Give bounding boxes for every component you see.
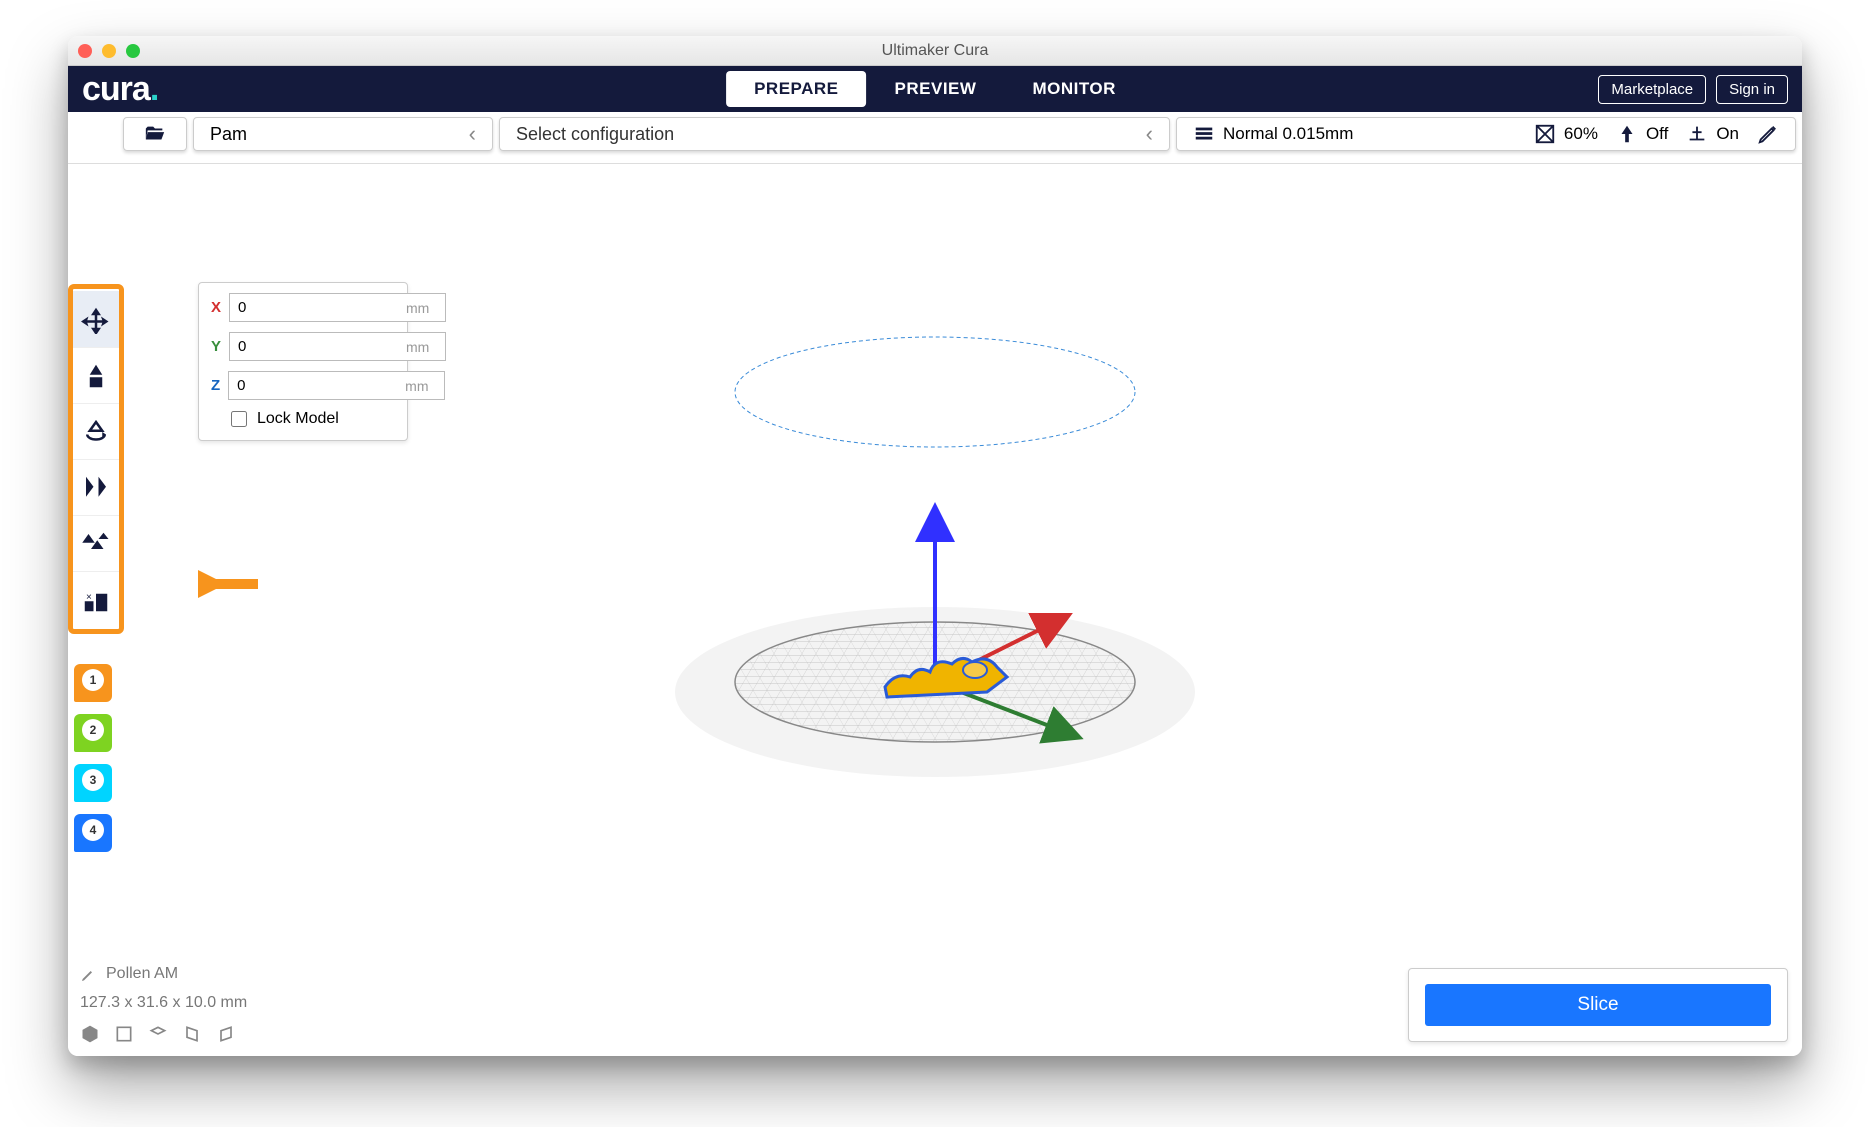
chevron-left-icon: ‹ [1146, 121, 1153, 147]
model-name: Pollen AM [106, 960, 178, 989]
profile-label: Normal 0.015mm [1223, 124, 1353, 144]
move-tool-panel: X mm Y mm Z mm Lock Model [198, 282, 408, 441]
infill-value: 60% [1564, 124, 1598, 144]
marketplace-button[interactable]: Marketplace [1598, 75, 1706, 104]
folder-open-icon [144, 123, 166, 145]
viewport-3d[interactable]: × 1 2 3 4 X mm Y mm Z [68, 164, 1802, 1056]
move-tool[interactable] [73, 291, 119, 347]
view-right-icon[interactable] [216, 1024, 236, 1044]
z-input[interactable] [228, 371, 445, 400]
printer-selector[interactable]: Pam ‹ [193, 117, 493, 151]
window-title: Ultimaker Cura [68, 42, 1802, 60]
annotation-arrow [198, 564, 268, 604]
view-3d-icon[interactable] [80, 1024, 100, 1044]
x-label: X [211, 299, 221, 316]
model-info: Pollen AM 127.3 x 31.6 x 10.0 mm [80, 960, 247, 1044]
support-icon [1616, 123, 1638, 145]
view-front-icon[interactable] [114, 1024, 134, 1044]
configuration-selector[interactable]: Select configuration ‹ [499, 117, 1170, 151]
close-window-button[interactable] [78, 44, 92, 58]
signin-button[interactable]: Sign in [1716, 75, 1788, 104]
slice-panel: Slice [1408, 968, 1788, 1042]
lock-model-checkbox[interactable] [231, 411, 247, 427]
stage-tabs: PREPARE PREVIEW MONITOR [726, 71, 1144, 107]
pencil-icon[interactable] [1757, 123, 1779, 145]
app-topbar: cura. PREPARE PREVIEW MONITOR Marketplac… [68, 66, 1802, 112]
y-label: Y [211, 338, 221, 355]
scale-tool[interactable] [73, 347, 119, 403]
infill-icon [1534, 123, 1556, 145]
view-top-icon[interactable] [148, 1024, 168, 1044]
tab-prepare[interactable]: PREPARE [726, 71, 866, 107]
configuration-label: Select configuration [516, 124, 674, 145]
titlebar: Ultimaker Cura [68, 36, 1802, 66]
tab-monitor[interactable]: MONITOR [1004, 71, 1143, 107]
model-dimensions: 127.3 x 31.6 x 10.0 mm [80, 989, 247, 1018]
z-label: Z [211, 377, 220, 394]
extruder-1[interactable]: 1 [74, 664, 112, 702]
view-orientation-icons [80, 1024, 247, 1044]
minimize-window-button[interactable] [102, 44, 116, 58]
config-bar: Pam ‹ Select configuration ‹ Normal 0.01… [68, 112, 1802, 164]
adhesion-icon [1686, 123, 1708, 145]
transform-toolbar: × [68, 284, 124, 634]
adhesion-value: On [1716, 124, 1739, 144]
tab-preview[interactable]: PREVIEW [867, 71, 1005, 107]
support-blocker-tool[interactable]: × [73, 571, 119, 627]
slice-button[interactable]: Slice [1425, 984, 1771, 1026]
rotate-tool[interactable] [73, 403, 119, 459]
chevron-left-icon: ‹ [469, 121, 476, 147]
app-logo: cura. [82, 70, 158, 109]
extruder-3[interactable]: 3 [74, 764, 112, 802]
extruder-selector: 1 2 3 4 [68, 664, 124, 852]
x-input[interactable] [229, 293, 446, 322]
print-settings-summary[interactable]: Normal 0.015mm 60% Off On [1176, 117, 1796, 151]
extruder-4[interactable]: 4 [74, 814, 112, 852]
support-value: Off [1646, 124, 1668, 144]
layer-height-icon [1193, 123, 1215, 145]
per-model-settings-tool[interactable] [73, 515, 119, 571]
maximize-window-button[interactable] [126, 44, 140, 58]
view-left-icon[interactable] [182, 1024, 202, 1044]
printer-name: Pam [210, 124, 247, 145]
svg-text:×: × [86, 592, 92, 603]
mirror-tool[interactable] [73, 459, 119, 515]
y-input[interactable] [229, 332, 446, 361]
pencil-icon [80, 967, 96, 983]
extruder-2[interactable]: 2 [74, 714, 112, 752]
lock-model-label: Lock Model [257, 410, 339, 428]
open-file-button[interactable] [123, 117, 187, 151]
build-plate [635, 312, 1235, 872]
